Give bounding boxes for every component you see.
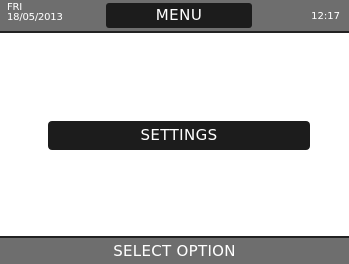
clock-time: 12:17: [311, 11, 340, 22]
device-screen: FRI 18/05/2013 MENU 12:17 SETTINGS SELEC…: [0, 0, 349, 264]
settings-button[interactable]: SETTINGS: [48, 121, 310, 150]
header-bar: FRI 18/05/2013 MENU 12:17: [0, 0, 349, 31]
date-label: 18/05/2013: [7, 12, 63, 23]
menu-title: MENU: [106, 3, 252, 28]
date-display: FRI 18/05/2013: [7, 3, 63, 23]
header-divider: [0, 31, 349, 33]
footer-status: SELECT OPTION: [0, 238, 349, 264]
